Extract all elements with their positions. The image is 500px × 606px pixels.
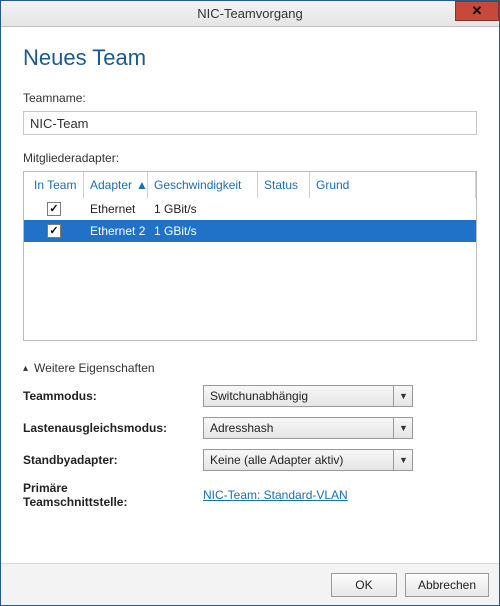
adapter-table-body: Ethernet 1 GBit/s Ethernet 2 1 GBit/s <box>24 198 476 340</box>
page-title: Neues Team <box>23 45 477 71</box>
standby-label: Standbyadapter: <box>23 453 203 467</box>
adapter-speed: 1 GBit/s <box>148 224 258 238</box>
adapter-name: Ethernet 2 <box>84 224 148 238</box>
adapter-table-header: In Team Adapter ▲ Geschwindigkeit Status… <box>24 172 476 198</box>
dialog-footer: OK Abbrechen <box>1 563 499 605</box>
properties-expander[interactable]: ▴ Weitere Eigenschaften <box>23 361 477 375</box>
close-icon: ✕ <box>472 3 483 19</box>
col-adapter[interactable]: Adapter ▲ <box>84 172 148 198</box>
col-grund[interactable]: Grund <box>310 172 476 198</box>
adapter-name: Ethernet <box>84 202 148 216</box>
loadbalance-select[interactable]: Adresshash ▼ <box>203 417 413 439</box>
teammode-select[interactable]: Switchunabhängig ▼ <box>203 385 413 407</box>
loadbalance-label: Lastenausgleichsmodus: <box>23 421 203 435</box>
standby-select[interactable]: Keine (alle Adapter aktiv) ▼ <box>203 449 413 471</box>
memberadapter-label: Mitgliederadapter: <box>23 151 477 165</box>
teammode-label: Teammodus: <box>23 389 203 403</box>
primary-interface-link[interactable]: NIC-Team: Standard-VLAN <box>203 488 348 502</box>
inteam-checkbox[interactable] <box>47 224 61 238</box>
table-row[interactable]: Ethernet 2 1 GBit/s <box>24 220 476 242</box>
col-status[interactable]: Status <box>258 172 310 198</box>
teamname-label: Teamname: <box>23 91 477 105</box>
window-title: NIC-Teamvorgang <box>197 6 303 21</box>
close-button[interactable]: ✕ <box>455 1 499 21</box>
titlebar: NIC-Teamvorgang ✕ <box>1 1 499 27</box>
table-row[interactable]: Ethernet 1 GBit/s <box>24 198 476 220</box>
sort-asc-icon: ▲ <box>136 178 148 192</box>
teamname-input[interactable] <box>23 111 477 135</box>
properties-grid: Teammodus: Switchunabhängig ▼ Lastenausg… <box>23 385 477 510</box>
adapter-speed: 1 GBit/s <box>148 202 258 216</box>
col-inteam[interactable]: In Team <box>24 172 84 198</box>
primary-interface-label: Primäre Teamschnittstelle: <box>23 481 203 510</box>
col-speed[interactable]: Geschwindigkeit <box>148 172 258 198</box>
inteam-checkbox[interactable] <box>47 202 61 216</box>
properties-expander-label: Weitere Eigenschaften <box>34 361 155 375</box>
chevron-up-icon: ▴ <box>23 363 28 374</box>
cancel-button[interactable]: Abbrechen <box>405 573 489 597</box>
adapter-table: In Team Adapter ▲ Geschwindigkeit Status… <box>23 171 477 341</box>
ok-button[interactable]: OK <box>331 573 397 597</box>
